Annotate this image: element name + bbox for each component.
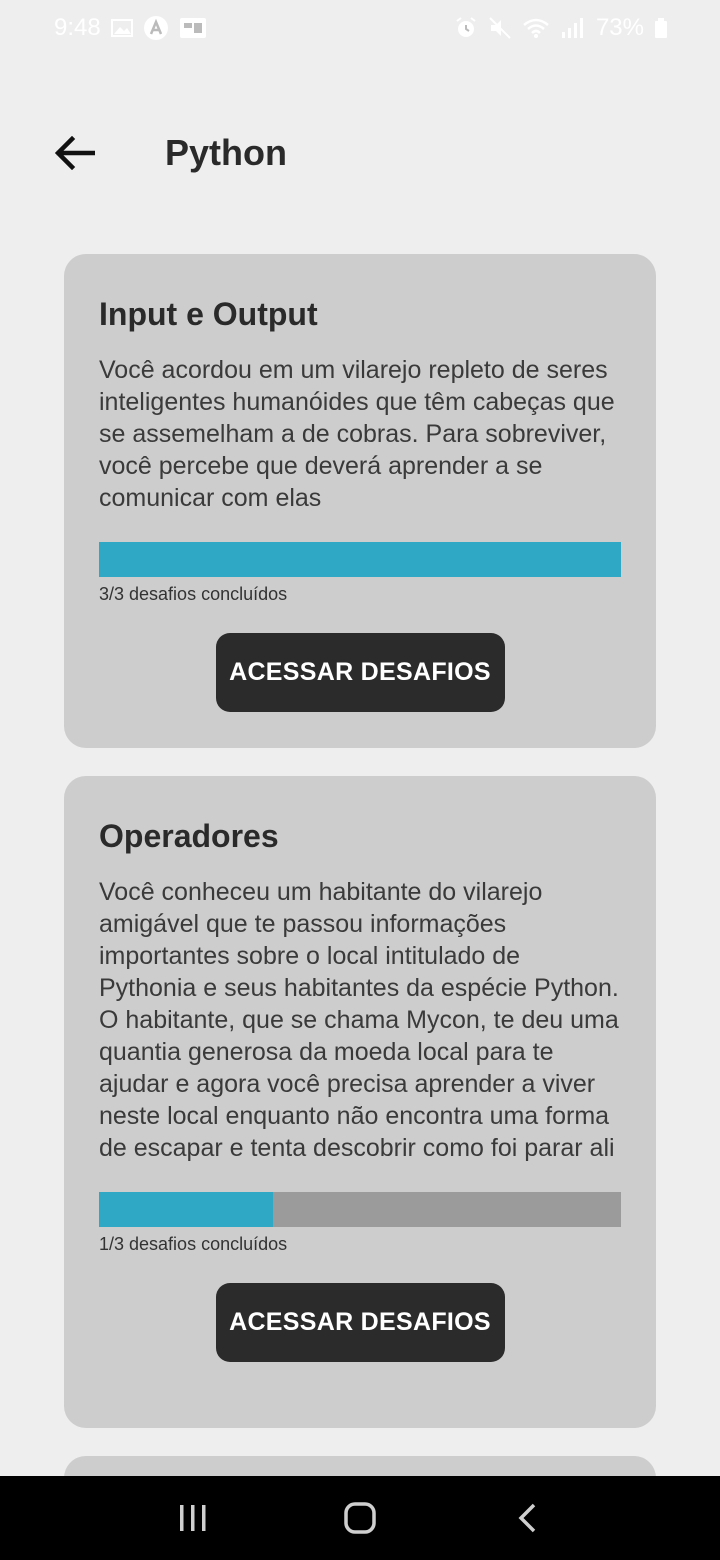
app-a-icon (143, 15, 169, 41)
image-icon (110, 18, 133, 38)
system-nav-bar (0, 1476, 720, 1560)
mute-icon (488, 16, 512, 40)
back-button[interactable] (48, 130, 102, 176)
page-title: Python (165, 132, 287, 173)
battery-percent: 73% (595, 14, 644, 41)
card-title: Input e Output (99, 296, 318, 332)
battery-icon (654, 17, 668, 39)
back-icon (518, 1503, 535, 1533)
signal-icon (560, 17, 586, 39)
app-header: Python (0, 110, 720, 200)
status-right: 73% (454, 14, 668, 42)
wifi-icon (522, 17, 550, 39)
status-time: 9:48 (54, 14, 101, 41)
access-challenges-button[interactable]: ACESSAR DESAFIOS (215, 633, 505, 712)
recent-apps-icon (180, 1505, 206, 1531)
recent-apps-button[interactable] (163, 1488, 223, 1548)
home-icon (344, 1502, 376, 1534)
access-challenges-button[interactable]: ACESSAR DESAFIOS (215, 1283, 505, 1362)
status-bar: 9:48 73% (0, 0, 720, 56)
progress-fill (99, 1192, 273, 1227)
progress-bar (99, 1192, 621, 1227)
card-description: Você conheceu um habitante do vilarejo a… (99, 878, 619, 1162)
progress-bar (99, 542, 621, 577)
app-badge-icon (179, 17, 207, 39)
nav-back-button[interactable] (497, 1488, 557, 1548)
status-left: 9:48 (54, 14, 207, 42)
home-button[interactable] (330, 1488, 390, 1548)
card-title: Operadores (99, 818, 279, 854)
progress-text: 1/3 desafios concluídos (99, 1234, 288, 1254)
progress-fill (99, 542, 621, 577)
alarm-icon (454, 16, 478, 40)
challenge-card: Operadores Você conheceu um habitante do… (64, 776, 656, 1428)
challenge-card: Input e Output Você acordou em um vilare… (64, 254, 656, 748)
arrow-left-icon (55, 136, 95, 170)
progress-text: 3/3 desafios concluídos (99, 584, 288, 604)
card-description: Você acordou em um vilarejo repleto de s… (99, 356, 615, 512)
app-screen: 9:48 73% Python Input e Output Você acor… (0, 0, 720, 1560)
